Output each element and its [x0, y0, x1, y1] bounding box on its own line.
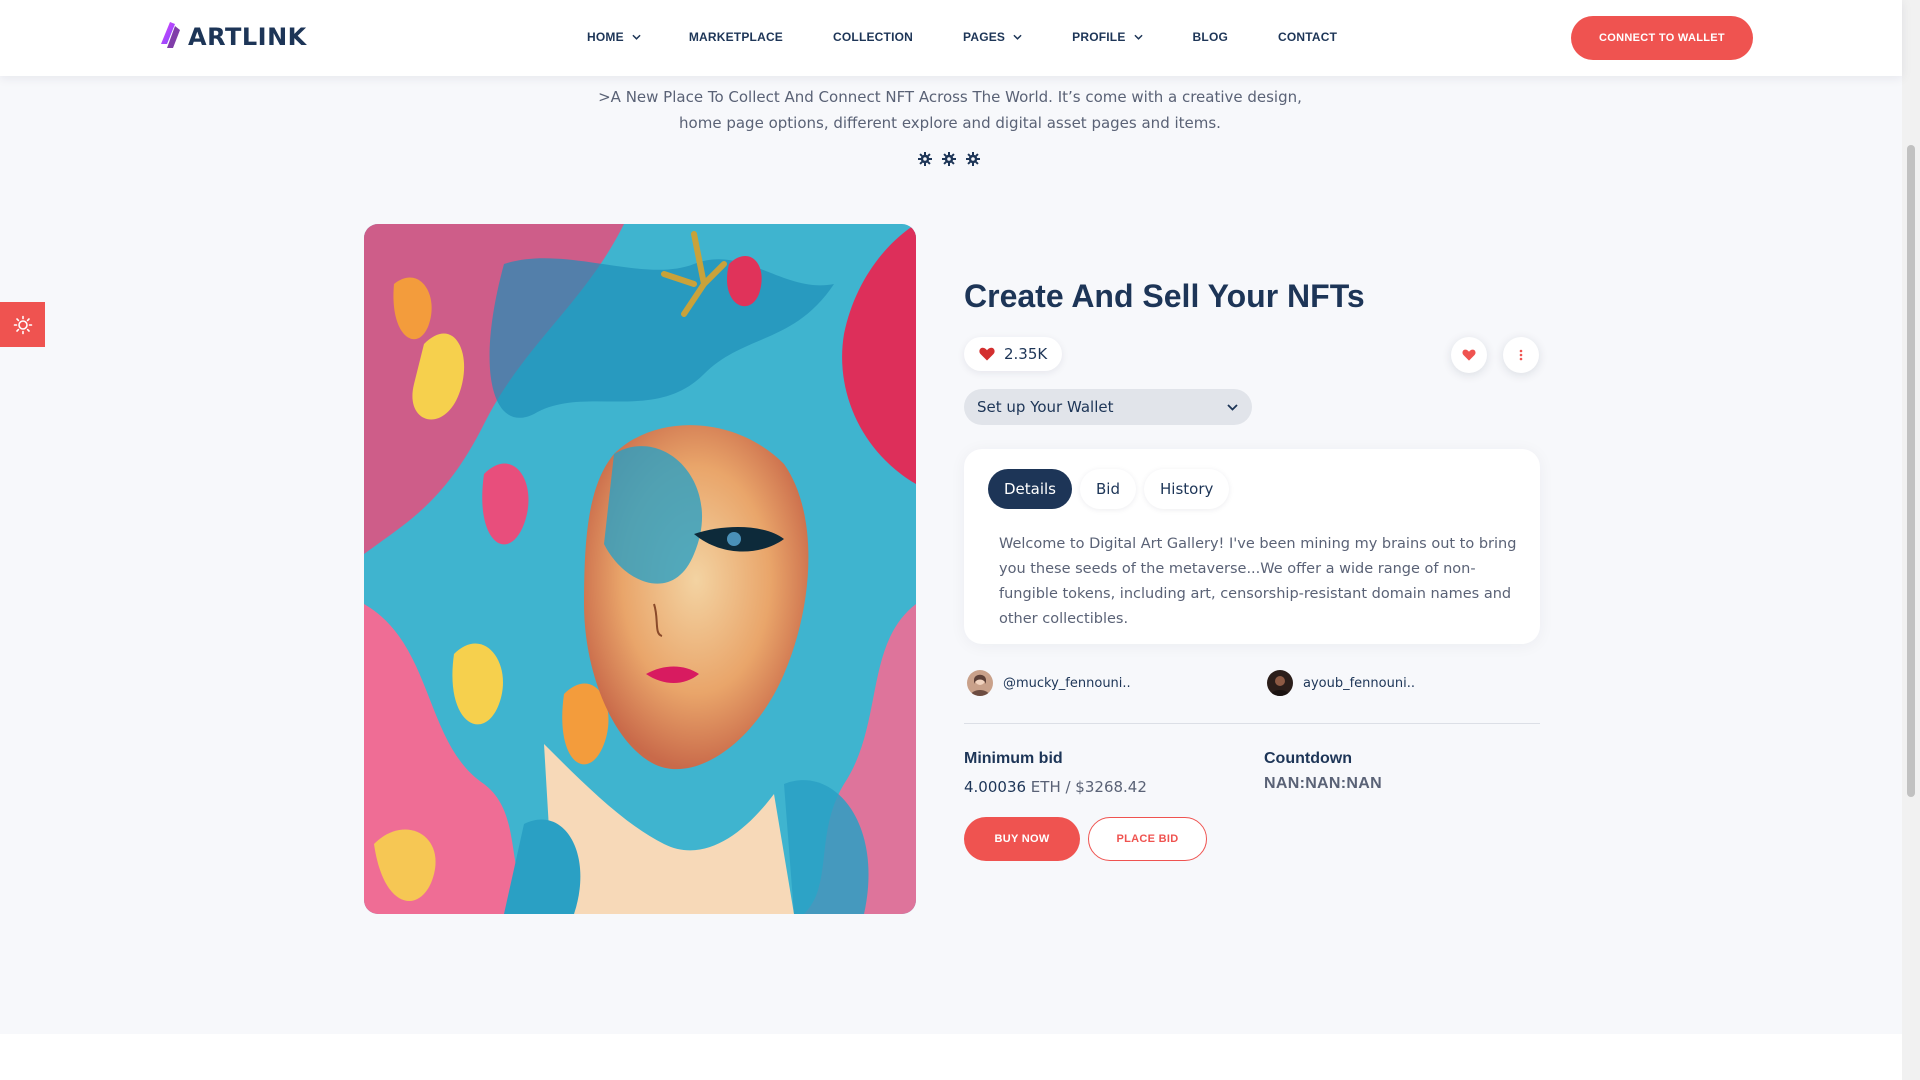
sun-icon	[13, 315, 32, 334]
nav-item-marketplace[interactable]: MARKETPLACE	[689, 30, 783, 44]
nav-marketplace-label: MARKETPLACE	[688, 30, 784, 44]
heart-icon	[1462, 349, 1476, 361]
favorite-button[interactable]	[1451, 337, 1487, 373]
min-bid-label: Minimum bid	[964, 750, 1063, 767]
likes-count: 2.35K	[1004, 345, 1048, 363]
countdown-value: NAN:NAN:NAN	[1264, 775, 1382, 792]
nav-item-profile[interactable]: PROFILE	[1072, 30, 1143, 44]
intro-line-2: home page options, different explore and…	[679, 114, 1221, 132]
wallet-select-value: Set up Your Wallet	[977, 398, 1114, 416]
gear-icon	[918, 152, 932, 166]
main-nav: HOME MARKETPLACE COLLECTION PAGES PROFIL…	[587, 30, 1337, 44]
intro-line-1: >A New Place To Collect And Connect NFT …	[598, 88, 1302, 106]
tab-details[interactable]: Details	[988, 469, 1073, 509]
owner-username: ayoub_fennouni..	[1303, 675, 1415, 691]
artwork-illustration	[364, 224, 916, 914]
countdown-label: Countdown	[1264, 750, 1352, 767]
creator-avatar	[967, 670, 993, 696]
chevron-down-icon	[632, 34, 641, 40]
brand-logo[interactable]: ARTLINK	[156, 22, 307, 52]
gear-icon	[942, 152, 956, 166]
nav-item-contact[interactable]: CONTACT	[1278, 30, 1337, 44]
owner-link[interactable]: ayoub_fennouni..	[1267, 670, 1415, 696]
owner-avatar	[1267, 670, 1293, 696]
site-header: ARTLINK HOME MARKETPLACE COLLECTION PAGE…	[0, 0, 1902, 76]
chevron-down-icon	[1227, 403, 1238, 411]
nav-item-blog[interactable]: BLOG	[1193, 30, 1228, 44]
nav-item-collection[interactable]: COLLECTION	[833, 30, 913, 44]
min-bid-conversion: ETH / $3268.42	[1026, 778, 1147, 796]
chevron-down-icon	[1133, 34, 1143, 40]
brand-name: ARTLINK	[188, 23, 307, 51]
min-bid-value: 4.00036 ETH / $3268.42	[964, 778, 1147, 796]
item-description: Welcome to Digital Art Gallery! I've bee…	[999, 536, 1517, 627]
intro-text: >A New Place To Collect And Connect NFT …	[560, 84, 1340, 136]
nav-contact-label: CONTACT	[1278, 30, 1338, 44]
buy-now-button[interactable]: BUY NOW	[964, 817, 1080, 861]
nft-artwork-image[interactable]	[364, 224, 916, 914]
nav-blog-label: BLOG	[1192, 30, 1229, 44]
section-ornament	[918, 152, 980, 166]
likes-button[interactable]: 2.35K	[964, 337, 1063, 371]
min-bid-eth: 4.00036	[964, 778, 1027, 796]
nav-pages-label: PAGES	[963, 30, 1006, 44]
item-title: Create And Sell Your NFTs	[964, 278, 1365, 314]
nav-home-label: HOME	[587, 30, 624, 44]
scrollbar-thumb[interactable]	[1907, 145, 1915, 797]
nav-profile-label: PROFILE	[1072, 30, 1126, 44]
chevron-down-icon	[1013, 34, 1022, 40]
creator-username: @mucky_fennouni..	[1003, 675, 1131, 691]
footer-band	[0, 1034, 1902, 1080]
place-bid-button[interactable]: PLACE BID	[1088, 817, 1207, 861]
gear-icon	[966, 152, 980, 166]
logo-mark-icon	[161, 22, 180, 48]
heart-icon	[979, 347, 995, 361]
section-divider	[964, 723, 1540, 724]
nav-item-pages[interactable]: PAGES	[963, 30, 1022, 44]
creator-link[interactable]: @mucky_fennouni..	[967, 670, 1131, 696]
nav-item-home[interactable]: HOME	[587, 30, 641, 44]
connect-wallet-button[interactable]: CONNECT TO WALLET	[1571, 16, 1753, 60]
more-vertical-icon	[1519, 349, 1523, 361]
theme-toggle-button[interactable]	[0, 302, 45, 347]
tab-bid[interactable]: Bid	[1080, 469, 1136, 509]
info-tab-card: Details Bid History Welcome to Digital A…	[964, 449, 1540, 644]
nav-collection-label: COLLECTION	[833, 30, 914, 44]
wallet-select[interactable]: Set up Your Wallet	[964, 389, 1252, 425]
tab-history[interactable]: History	[1144, 469, 1230, 509]
more-options-button[interactable]	[1503, 337, 1539, 373]
info-tabs: Details Bid History	[988, 469, 1230, 509]
